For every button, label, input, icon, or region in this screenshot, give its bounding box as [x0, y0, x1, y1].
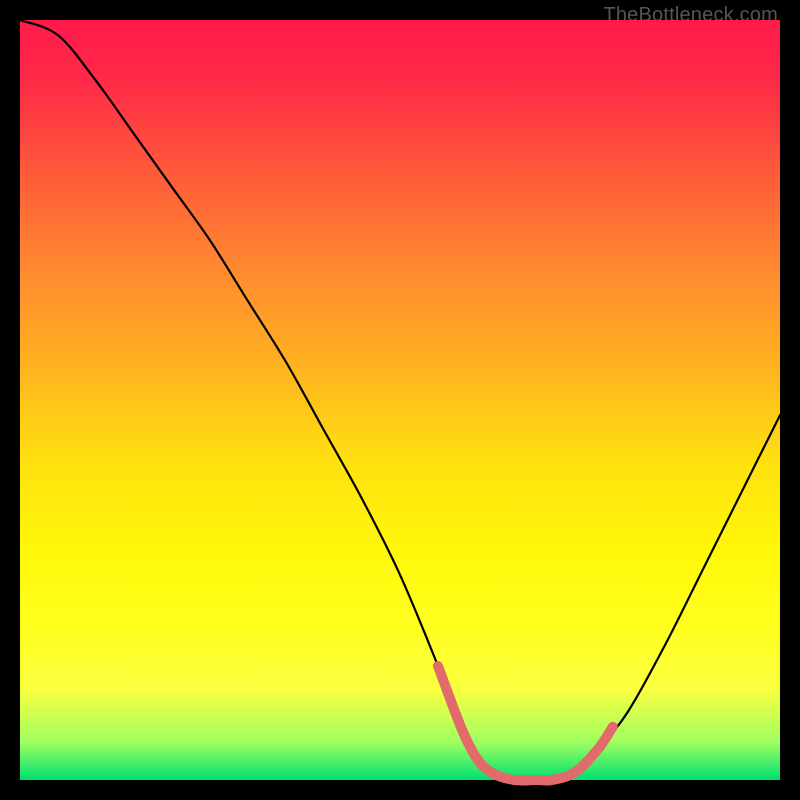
- optimal-segment: [438, 666, 613, 781]
- bottleneck-curve: [20, 20, 780, 781]
- chart-container: TheBottleneck.com: [0, 0, 800, 800]
- curve-layer: [20, 20, 780, 780]
